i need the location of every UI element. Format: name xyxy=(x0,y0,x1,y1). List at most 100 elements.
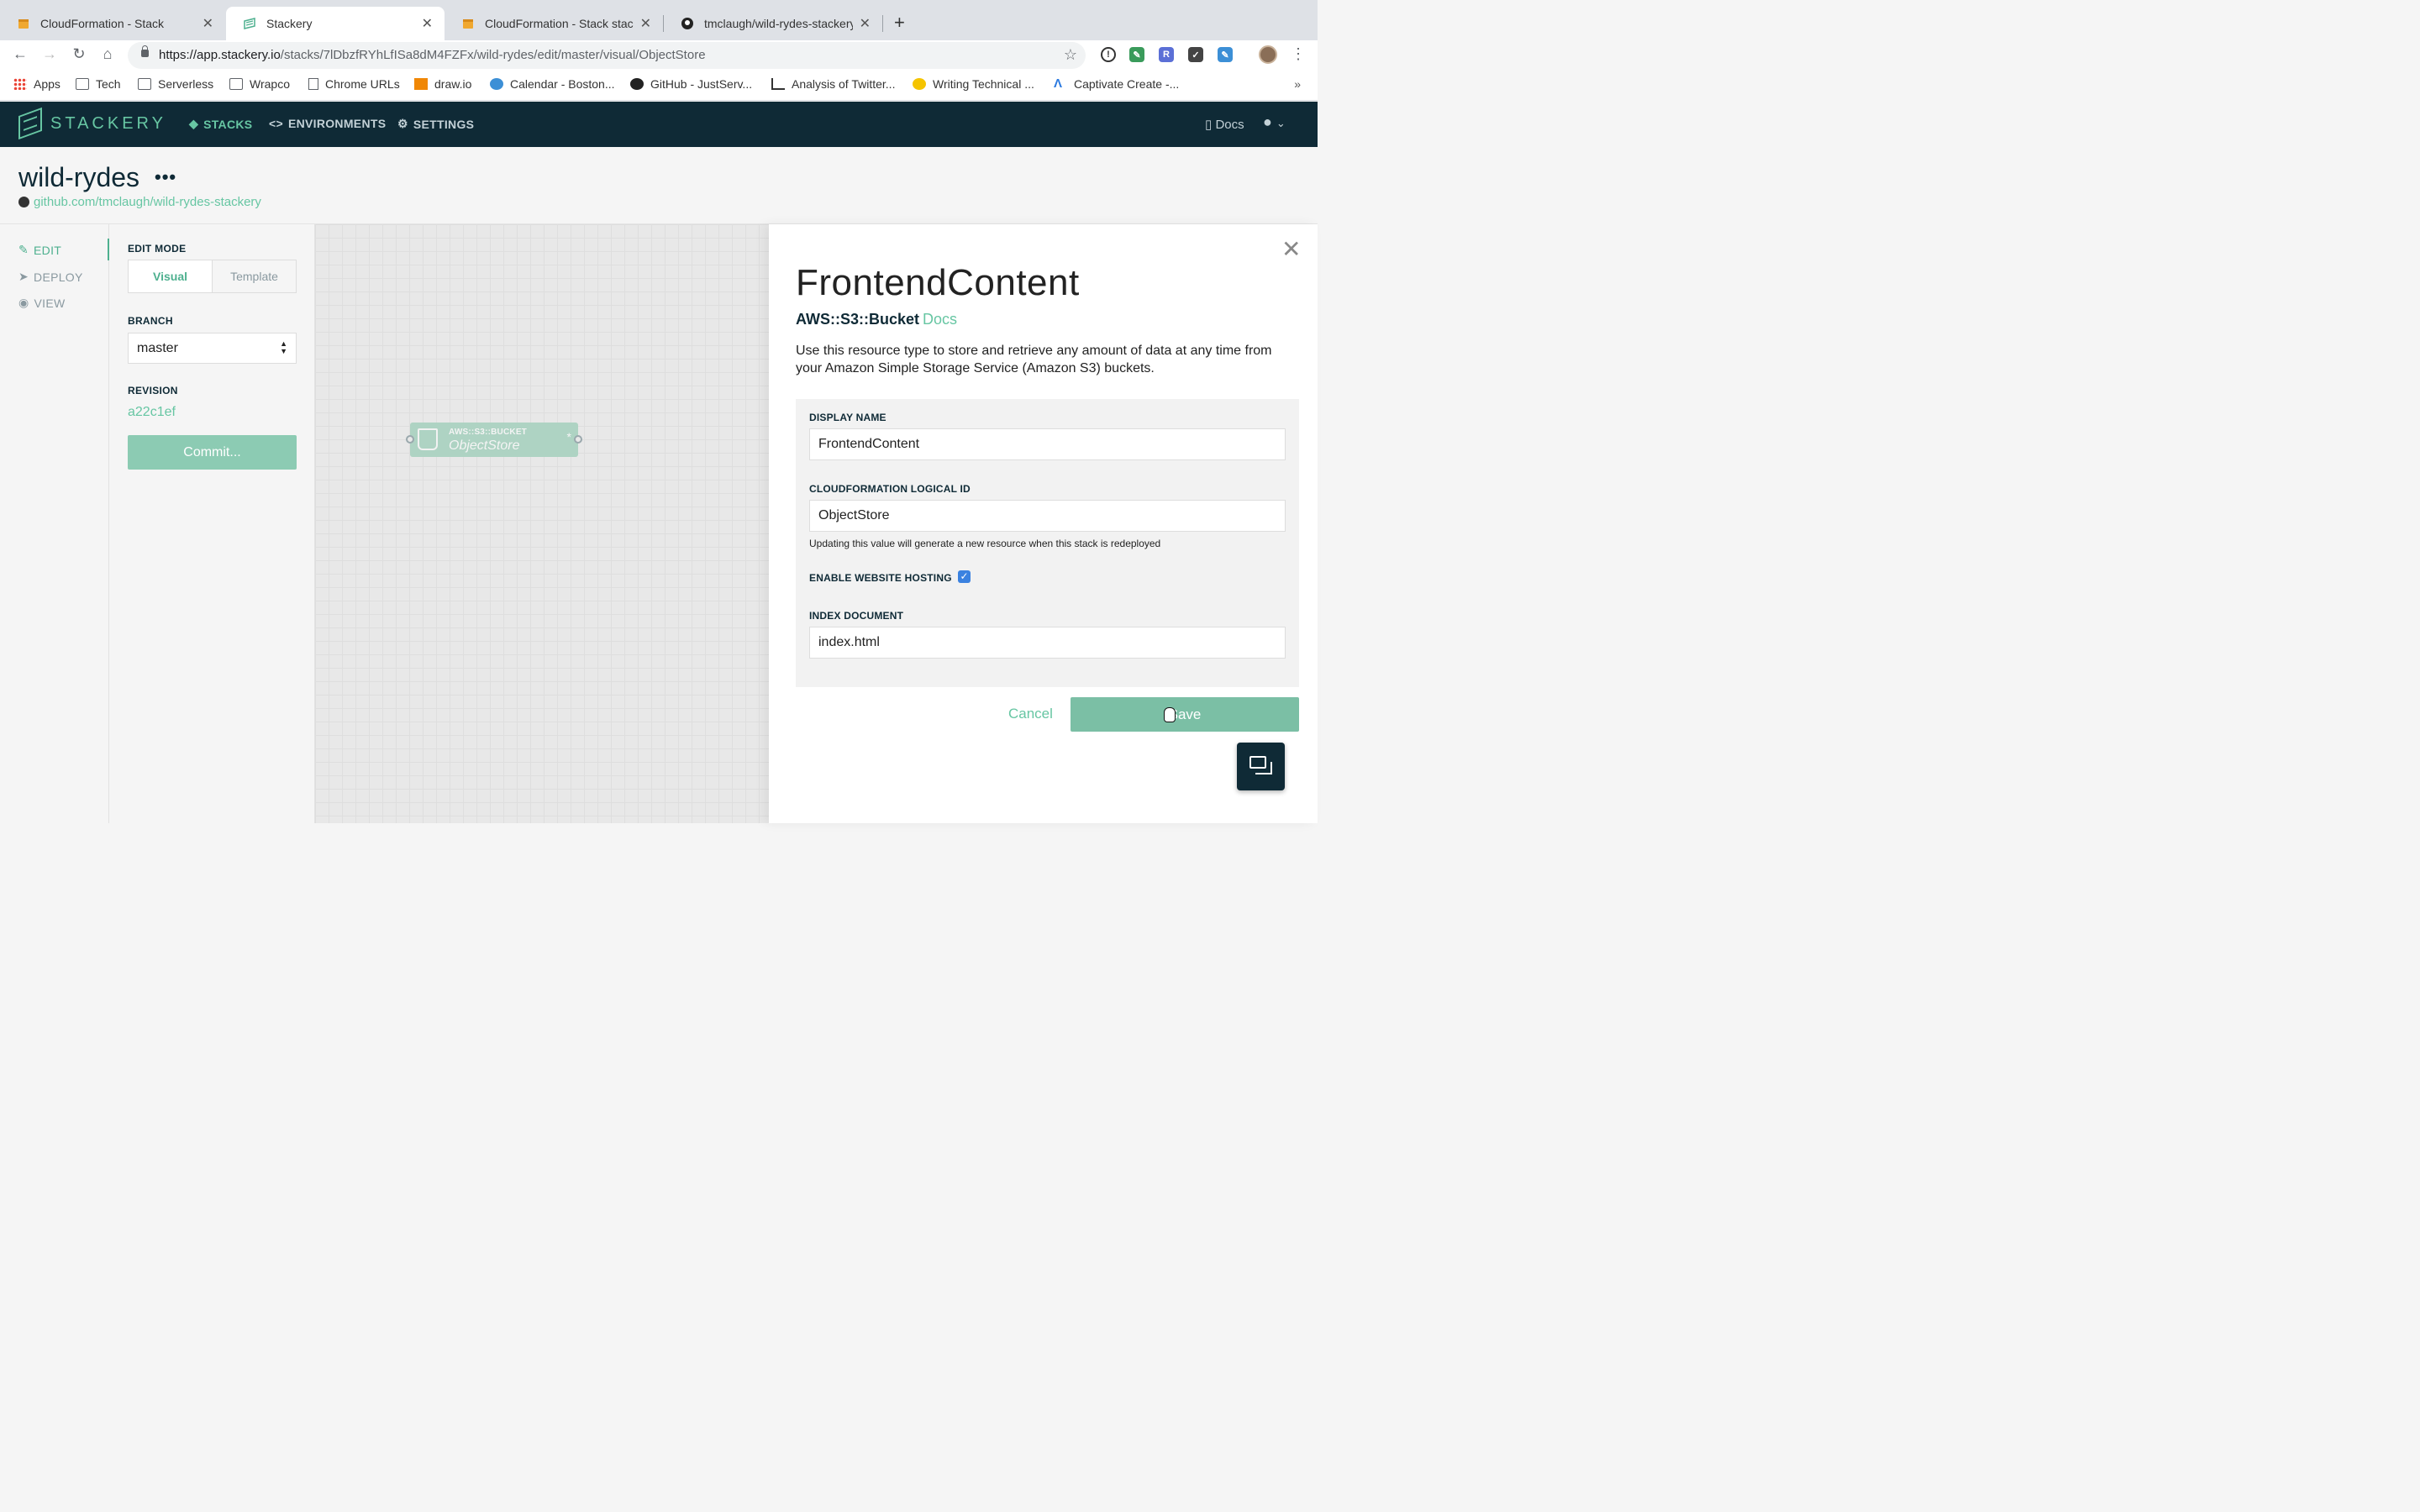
bookmark-apps[interactable]: Apps xyxy=(13,77,60,91)
mode-visual-button[interactable]: Visual xyxy=(129,260,213,292)
nav-view[interactable]: ◉ VIEW xyxy=(18,296,66,310)
browser-menu-icon[interactable]: ⋮ xyxy=(1291,45,1306,63)
tab-title: Stackery xyxy=(266,17,313,30)
website-hosting-checkbox[interactable]: ✓ xyxy=(958,570,971,583)
close-icon[interactable]: ✕ xyxy=(422,15,433,32)
edit-mode-label: EDIT MODE xyxy=(128,243,187,255)
checkmark-icon: ✓ xyxy=(960,570,969,582)
bookmark-item[interactable]: GitHub - JustServ... xyxy=(630,77,752,91)
aws-box-icon xyxy=(17,17,30,30)
profile-avatar[interactable] xyxy=(1259,45,1277,64)
address-bar[interactable]: https://app.stackery.io/stacks/7lDbzfRYh… xyxy=(128,42,1086,69)
nav-edit[interactable]: ✎ EDIT xyxy=(18,243,61,257)
folder-icon xyxy=(229,78,243,90)
tab-title: CloudFormation - Stack xyxy=(40,17,165,30)
new-tab-icon[interactable]: + xyxy=(894,12,905,34)
cancel-button[interactable]: Cancel xyxy=(1008,706,1053,722)
hand-cursor-icon xyxy=(1164,707,1176,722)
website-hosting-label: ENABLE WEBSITE HOSTING xyxy=(809,572,952,584)
index-document-label: INDEX DOCUMENT xyxy=(809,610,904,622)
github-icon xyxy=(681,17,694,30)
back-icon[interactable]: ← xyxy=(10,45,30,63)
drawio-icon xyxy=(414,78,428,90)
close-icon[interactable]: ✕ xyxy=(640,15,651,32)
close-icon[interactable]: ✕ xyxy=(860,15,871,32)
aws-box-icon xyxy=(461,17,475,30)
left-nav xyxy=(0,224,109,823)
save-button[interactable]: Save xyxy=(1071,697,1299,732)
browser-tab[interactable]: tmclaugh/wild-rydes-stackery ✕ xyxy=(664,7,882,40)
bookmarks-overflow[interactable]: » xyxy=(1294,77,1301,91)
github-icon xyxy=(18,197,29,207)
edit-mode-toggle: Visual Template xyxy=(128,260,297,293)
stackery-logo-icon xyxy=(18,107,42,140)
bookmark-folder[interactable]: Wrapco xyxy=(229,77,290,91)
extension-icon[interactable]: ✎ xyxy=(1129,47,1144,62)
bookmark-folder[interactable]: Serverless xyxy=(138,77,213,91)
commit-button[interactable]: Commit... xyxy=(128,435,297,470)
reload-icon[interactable]: ↻ xyxy=(69,45,89,63)
bookmarks-bar: Apps Tech Serverless Wrapco Chrome URLs … xyxy=(0,71,1318,101)
unsaved-marker: * xyxy=(566,430,571,444)
browser-tab[interactable]: CloudFormation - Stack stacke ✕ xyxy=(445,7,663,40)
bookmark-item[interactable]: Λ Captivate Create -... xyxy=(1054,77,1179,91)
logical-id-hint: Updating this value will generate a new … xyxy=(809,538,1161,549)
mode-template-button[interactable]: Template xyxy=(213,260,296,292)
index-document-input[interactable]: index.html xyxy=(809,627,1286,659)
stack-options-button[interactable]: ••• xyxy=(155,166,176,188)
bookmark-item[interactable]: Chrome URLs xyxy=(308,77,400,91)
close-icon[interactable]: ✕ xyxy=(203,15,213,32)
close-icon[interactable]: ✕ xyxy=(1281,238,1301,261)
writing-icon xyxy=(913,78,926,90)
s3-bucket-node[interactable]: AWS::S3::BUCKET ObjectStore * xyxy=(406,423,582,457)
home-icon[interactable]: ⌂ xyxy=(97,45,118,63)
nav-stacks[interactable]: ◆ STACKS xyxy=(189,117,252,131)
lock-icon xyxy=(141,45,149,57)
extension-r-icon[interactable]: R xyxy=(1159,47,1174,62)
pocket-icon[interactable]: ✓ xyxy=(1188,47,1203,62)
chevron-down-icon: ⌄ xyxy=(1276,117,1286,129)
output-port[interactable] xyxy=(574,435,582,444)
revision-label: REVISION xyxy=(128,385,178,396)
chat-widget-button[interactable] xyxy=(1237,743,1285,790)
revision-link[interactable]: a22c1ef xyxy=(128,405,176,420)
bookmark-star-icon[interactable]: ☆ xyxy=(1064,46,1077,64)
chat-icon-back xyxy=(1255,762,1272,774)
document-icon: ▯ xyxy=(1205,118,1213,132)
browser-tab-active[interactable]: Stackery ✕ xyxy=(226,7,445,40)
bookmark-item[interactable]: draw.io xyxy=(414,77,471,91)
browser-tab[interactable]: CloudFormation - Stack ✕ xyxy=(0,7,225,40)
select-arrows-icon: ▲ ▼ xyxy=(280,339,287,355)
forward-icon[interactable]: → xyxy=(39,45,60,63)
resource-title: FrontendContent xyxy=(796,262,1080,303)
code-icon: <> xyxy=(269,117,283,130)
browser-tab-strip: CloudFormation - Stack ✕ Stackery ✕ Clou… xyxy=(0,0,1318,40)
branch-label: BRANCH xyxy=(128,315,173,327)
gear-icon: ⚙ xyxy=(397,117,408,130)
node-name: ObjectStore xyxy=(449,438,520,453)
input-port[interactable] xyxy=(406,435,414,444)
bookmark-folder[interactable]: Tech xyxy=(76,77,121,91)
nav-settings[interactable]: ⚙ SETTINGS xyxy=(397,117,474,131)
nav-deploy[interactable]: ➤ DEPLOY xyxy=(18,270,83,284)
bookmark-item[interactable]: Calendar - Boston... xyxy=(490,77,615,91)
display-name-input[interactable]: FrontendContent xyxy=(809,428,1286,460)
stackery-logo[interactable]: STACKERY xyxy=(18,107,166,140)
bookmark-item[interactable]: Writing Technical ... xyxy=(913,77,1034,91)
user-menu[interactable]: ● ⌄ xyxy=(1263,113,1286,131)
apps-grid-icon xyxy=(13,78,27,90)
docs-link[interactable]: ▯ Docs xyxy=(1205,117,1244,132)
bookmark-item[interactable]: Analysis of Twitter... xyxy=(771,77,895,91)
page-icon xyxy=(308,78,318,90)
nav-environments[interactable]: <> ENVIRONMENTS xyxy=(269,117,386,130)
resource-type: AWS::S3::Bucket xyxy=(796,311,920,328)
visual-canvas[interactable] xyxy=(315,224,769,823)
highlighter-icon[interactable]: ✎ xyxy=(1218,47,1233,62)
logical-id-input[interactable]: ObjectStore xyxy=(809,500,1286,532)
resource-docs-link[interactable]: Docs xyxy=(923,311,957,328)
repo-link[interactable]: github.com/tmclaugh/wild-rydes-stackery xyxy=(18,195,261,209)
tab-separator xyxy=(882,15,883,32)
password-extension-icon[interactable]: ! xyxy=(1101,47,1116,62)
layers-icon: ◆ xyxy=(189,117,199,130)
branch-select[interactable]: master ▲ ▼ xyxy=(128,333,297,364)
